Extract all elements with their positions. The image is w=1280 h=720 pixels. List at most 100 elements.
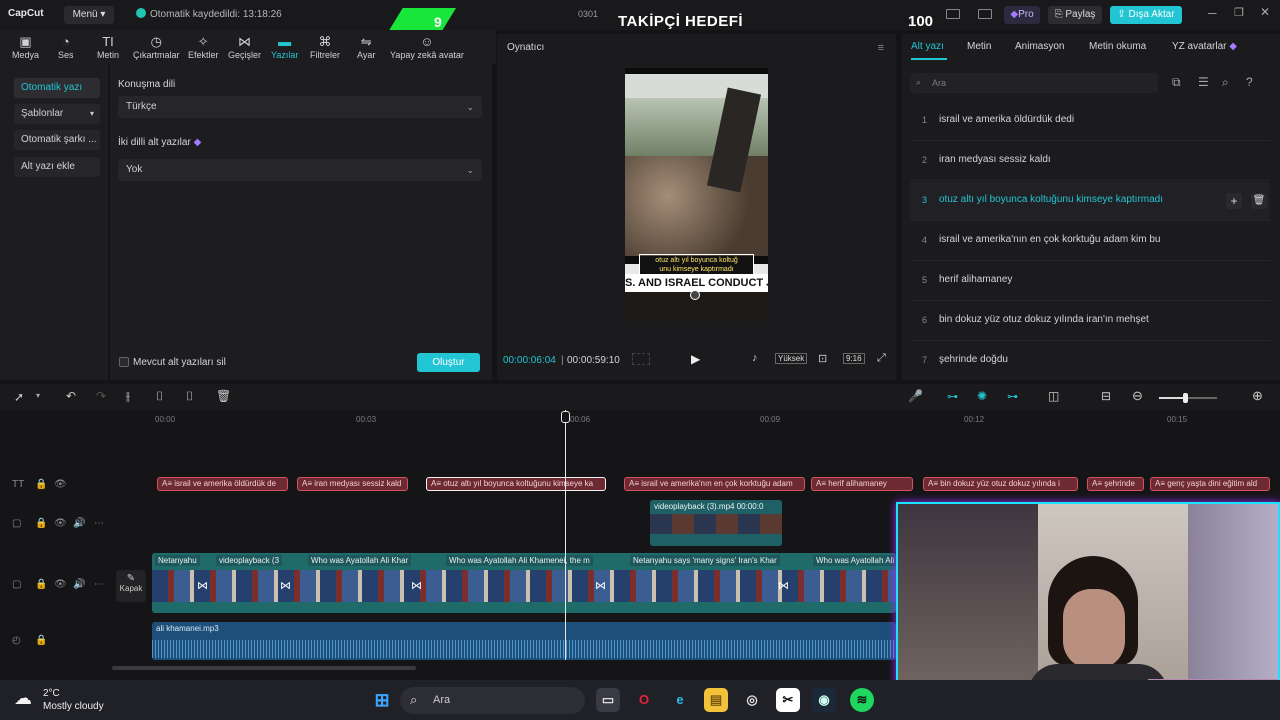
expand-icon[interactable]: ⤢ xyxy=(877,352,886,365)
cover-button[interactable]: ✎ Kapak xyxy=(116,570,146,602)
transition-icon[interactable]: ⋈ xyxy=(411,579,422,592)
nav-templates[interactable]: Şablonlar ▾ xyxy=(14,104,100,124)
play-icon[interactable]: ▶ xyxy=(691,352,700,366)
video-preview[interactable]: S. AND ISRAEL CONDUCT JO otuz altı yıl b… xyxy=(625,68,768,321)
trim-left-icon[interactable]: ⌷ xyxy=(156,389,163,404)
playhead-handle[interactable] xyxy=(561,411,570,423)
lock-icon[interactable]: 🔒 xyxy=(35,579,47,590)
steam-icon[interactable]: ◉ xyxy=(812,688,836,712)
tool-captions[interactable]: ▬ Yazılar xyxy=(271,34,298,60)
tab-animation[interactable]: Animasyon xyxy=(1015,41,1064,52)
language-select[interactable]: Türkçe ⌄ xyxy=(118,96,482,118)
opera-gx-icon[interactable]: O xyxy=(632,688,656,712)
tool-media[interactable]: ▣ Medya xyxy=(12,34,39,60)
tool-adjust[interactable]: ⇋ Ayar xyxy=(357,34,375,60)
delete-icon[interactable]: 🗑 xyxy=(1251,193,1267,209)
subtitle-row[interactable]: 6 bin dokuz yüz otuz dokuz yılında iran'ı… xyxy=(910,302,1270,340)
remove-existing-checkbox[interactable] xyxy=(119,357,129,367)
delete-icon[interactable]: 🗑 xyxy=(216,389,231,403)
main-track-magnet-icon[interactable]: ⊶ xyxy=(947,390,958,403)
restore-icon[interactable]: ❐ xyxy=(1234,6,1244,19)
layout-icon[interactable] xyxy=(946,9,960,19)
caption-clip-selected[interactable]: A≡ otuz altı yıl boyunca koltuğunu kimse… xyxy=(426,477,606,491)
trim-right-icon[interactable]: ⌷ xyxy=(186,389,193,404)
caption-clip[interactable]: A≡ herif alihamaney xyxy=(811,477,913,491)
timecode-grid-icon[interactable] xyxy=(632,353,650,365)
search-input[interactable]: ⌕ Ara xyxy=(910,73,1158,93)
select-cursor-icon[interactable]: ➚ xyxy=(14,390,24,404)
playhead[interactable] xyxy=(565,410,566,660)
rotate-handle-icon[interactable] xyxy=(690,290,700,300)
transition-icon[interactable]: ⋈ xyxy=(280,579,291,592)
split-icon[interactable]: ⫲ xyxy=(126,389,130,404)
subtitle-row[interactable]: 1 israil ve amerika öldürdük dedi xyxy=(910,102,1270,140)
linkage-icon[interactable]: ⊶ xyxy=(1007,390,1018,403)
ratio-button[interactable]: 9:16 xyxy=(843,353,865,364)
tool-stickers[interactable]: ◷ Çıkartmalar xyxy=(133,34,180,60)
nav-add-caption[interactable]: Alt yazı ekle xyxy=(14,157,100,177)
auto-snap-icon[interactable]: ✺ xyxy=(977,389,987,403)
timeline-scrollbar[interactable] xyxy=(112,666,416,670)
help-icon[interactable]: ? xyxy=(1246,75,1253,89)
eye-icon[interactable]: 👁 xyxy=(54,579,67,590)
subtitle-row[interactable]: 7 şehrinde doğdu xyxy=(910,342,1270,380)
tab-ai-avatars[interactable]: YZ avatarlar ◆ xyxy=(1172,41,1237,52)
cloud-icon[interactable]: ☁ xyxy=(14,688,32,709)
caption-track-icon[interactable]: ⊟ xyxy=(1101,389,1111,403)
preview-axis-icon[interactable]: ◫ xyxy=(1048,389,1059,403)
subtitle-row-selected[interactable]: 3 otuz altı yıl boyunca koltuğunu kimseye… xyxy=(910,182,1270,220)
caption-clip[interactable]: A≡ israil ve amerika'nın en çok korktuğu… xyxy=(624,477,805,491)
nav-auto-lyrics[interactable]: Otomatik şarkı ... xyxy=(14,130,100,150)
microphone-icon[interactable]: 🎤 xyxy=(908,389,923,403)
file-explorer-icon[interactable]: ▤ xyxy=(704,688,728,712)
transition-icon[interactable]: ⋈ xyxy=(197,579,208,592)
zoom-in-icon[interactable]: ⊕ xyxy=(1252,388,1263,404)
snapshot-icon[interactable]: ⊡ xyxy=(818,352,827,365)
spotify-icon[interactable]: ≋ xyxy=(850,688,874,712)
lock-icon[interactable]: 🔒 xyxy=(35,635,47,646)
volume-icon[interactable]: 🔊 xyxy=(73,518,85,529)
menu-button[interactable]: Menü ▾ xyxy=(64,6,114,24)
eye-icon[interactable]: 👁 xyxy=(54,518,67,529)
caption-clip[interactable]: A≡ israil ve amerika öldürdük de xyxy=(157,477,288,491)
time-ruler[interactable] xyxy=(0,410,1280,428)
pro-button[interactable]: ◆Pro xyxy=(1004,6,1040,24)
tab-captions[interactable]: Alt yazı xyxy=(911,41,944,52)
undo-icon[interactable]: ↶ xyxy=(66,389,76,403)
capcut-icon[interactable]: ✂ xyxy=(776,688,800,712)
redo-icon[interactable]: ↷ xyxy=(96,389,106,403)
create-button[interactable]: Oluştur xyxy=(417,353,480,372)
edge-icon[interactable]: e xyxy=(668,688,692,712)
caption-overlay-box[interactable]: otuz altı yıl boyunca koltuğ unu kimseye… xyxy=(639,254,754,276)
transition-icon[interactable]: ⋈ xyxy=(778,579,789,592)
volume-icon[interactable]: 🔊 xyxy=(73,579,85,590)
tool-audio[interactable]: ◔ Ses xyxy=(58,34,74,60)
caption-clip[interactable]: A≡ şehrinde xyxy=(1087,477,1144,491)
tool-filters[interactable]: ⌘ Filtreler xyxy=(310,34,340,60)
eye-icon[interactable]: 👁 xyxy=(54,479,67,490)
subtitle-row[interactable]: 5 herif alihamaney xyxy=(910,262,1270,300)
tool-effects[interactable]: ✧ Efektler xyxy=(188,34,219,60)
overlay-video-clip[interactable]: videoplayback (3).mp4 00:00:0 xyxy=(650,500,782,546)
bilingual-select[interactable]: Yok ⌄ xyxy=(118,159,482,181)
caption-clip[interactable]: A≡ iran medyası sessiz kald xyxy=(297,477,408,491)
caption-clip[interactable]: A≡ bin dokuz yüz otuz dokuz yılında i xyxy=(923,477,1078,491)
start-icon[interactable]: ⊞ xyxy=(370,688,394,712)
tab-text[interactable]: Metin xyxy=(967,41,991,52)
task-view-icon[interactable]: ▭ xyxy=(596,688,620,712)
lock-icon[interactable]: 🔒 xyxy=(35,518,47,529)
nav-auto-caption[interactable]: Otomatik yazı xyxy=(14,78,100,98)
tool-transitions[interactable]: ⋈ Geçişler xyxy=(228,34,261,60)
replace-icon[interactable]: ⧉ xyxy=(1172,75,1181,90)
lock-icon[interactable]: 🔒 xyxy=(35,479,47,490)
close-icon[interactable]: ✕ xyxy=(1260,5,1270,19)
zoom-slider-handle[interactable] xyxy=(1183,393,1188,403)
obs-icon[interactable]: ◎ xyxy=(740,688,764,712)
caption-clip[interactable]: A≡ genç yaşta dini eğitim ald xyxy=(1150,477,1270,491)
add-icon[interactable]: + xyxy=(1226,193,1242,209)
export-button[interactable]: ⇪ Dışa Aktar xyxy=(1110,6,1182,24)
transition-icon[interactable]: ⋈ xyxy=(595,579,606,592)
fullscreen-icon[interactable] xyxy=(978,9,992,19)
subtitle-row[interactable]: 4 israil ve amerika'nın en çok korktuğu a… xyxy=(910,222,1270,260)
tab-text-to-speech[interactable]: Metin okuma xyxy=(1089,41,1146,52)
